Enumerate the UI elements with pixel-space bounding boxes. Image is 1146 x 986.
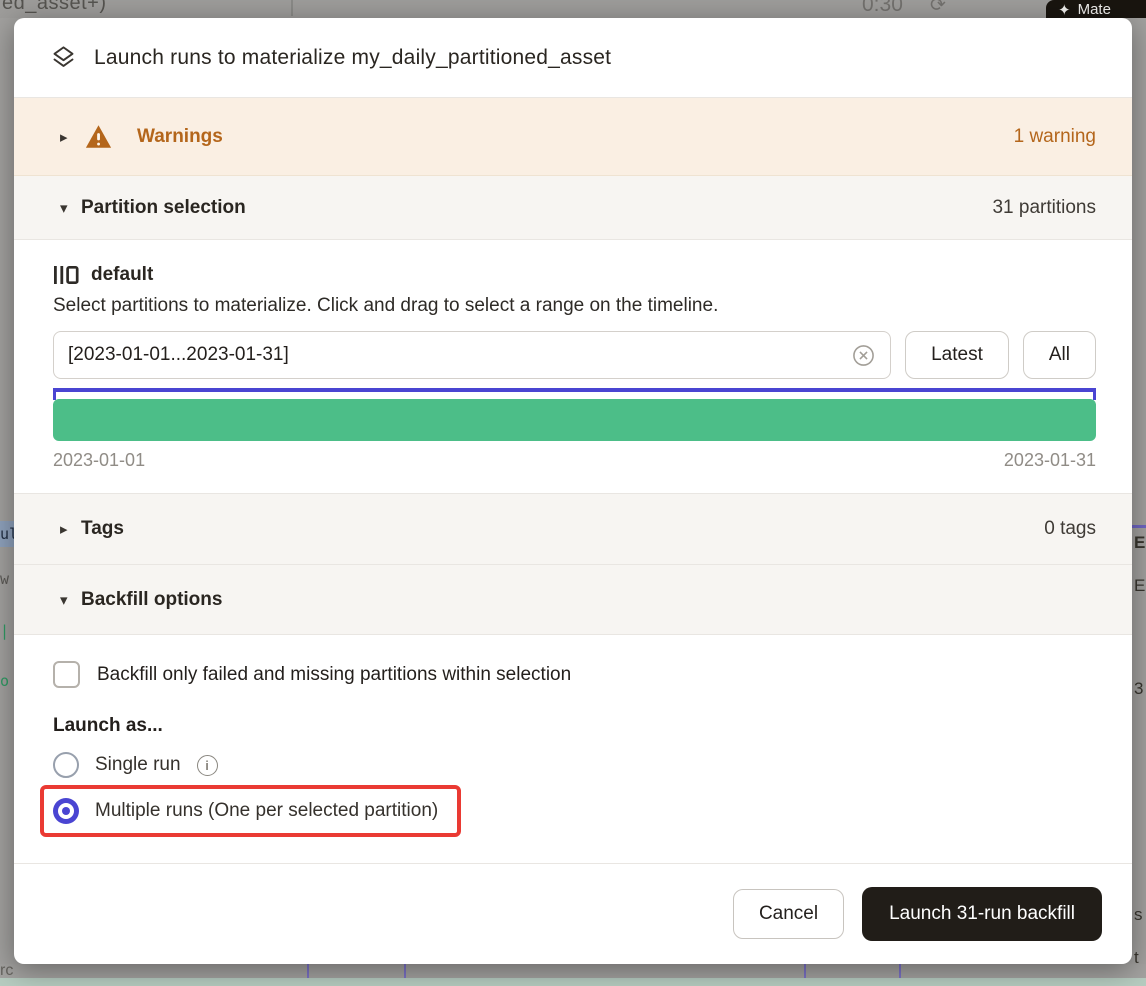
partition-selection-label: Partition selection xyxy=(81,197,246,219)
failed-missing-checkbox-row[interactable]: Backfill only failed and missing partiti… xyxy=(53,661,1096,688)
background-code-fragment: | xyxy=(0,622,14,640)
background-timer-text: 0:30 xyxy=(862,0,903,17)
partition-range-input[interactable]: [2023-01-01...2023-01-31] xyxy=(53,331,891,379)
background-fragment: s xyxy=(1134,905,1143,925)
tags-section-header[interactable]: ▸ Tags 0 tags xyxy=(14,493,1132,565)
single-run-radio[interactable] xyxy=(53,752,79,778)
background-code-fragment: w xyxy=(0,570,14,588)
partition-set-icon xyxy=(53,264,79,286)
multiple-runs-radio[interactable] xyxy=(53,798,79,824)
warning-triangle-icon xyxy=(85,124,112,149)
backfill-options-body: Backfill only failed and missing partiti… xyxy=(14,635,1132,837)
timeline-start-date: 2023-01-01 xyxy=(53,450,145,471)
dimension-name: default xyxy=(91,264,153,286)
background-code-fragment: o xyxy=(0,672,14,690)
partition-input-row: [2023-01-01...2023-01-31] Latest All xyxy=(53,331,1096,379)
background-grid-line xyxy=(307,964,309,978)
timeline-selection-bracket xyxy=(53,388,1096,397)
partition-range-value: [2023-01-01...2023-01-31] xyxy=(68,344,851,366)
dialog-header: Launch runs to materialize my_daily_part… xyxy=(14,18,1132,98)
background-materialize-button: ✦ Mate xyxy=(1046,0,1146,18)
background-fragment: E xyxy=(1134,533,1145,553)
dimension-row: default xyxy=(53,264,1096,286)
caret-down-icon: ▾ xyxy=(60,591,74,609)
background-app-bottom: rc xyxy=(0,964,1146,986)
background-grid-line xyxy=(899,964,901,978)
background-asset-text: ed_asset+) xyxy=(2,0,107,15)
tags-label: Tags xyxy=(81,518,124,540)
background-app-topbar: ed_asset+) 0:30 ⟳ ✦ Mate xyxy=(0,0,1146,18)
background-materialize-label: Mate xyxy=(1078,1,1111,18)
caret-right-icon: ▸ xyxy=(60,520,74,538)
partition-selection-body: default Select partitions to materialize… xyxy=(14,240,1132,493)
launch-backfill-button[interactable]: Launch 31-run backfill xyxy=(862,887,1102,941)
partition-count: 31 partitions xyxy=(992,197,1096,219)
caret-down-icon: ▾ xyxy=(60,199,74,217)
timeline-date-labels: 2023-01-01 2023-01-31 xyxy=(53,450,1096,493)
cancel-button[interactable]: Cancel xyxy=(733,889,844,939)
background-green-band xyxy=(0,978,1146,986)
multiple-runs-label: Multiple runs (One per selected partitio… xyxy=(95,800,438,822)
all-button[interactable]: All xyxy=(1023,331,1096,379)
materialize-layers-icon xyxy=(50,44,77,71)
latest-button[interactable]: Latest xyxy=(905,331,1009,379)
partition-timeline-bar[interactable] xyxy=(53,399,1096,441)
failed-missing-checkbox[interactable] xyxy=(53,661,80,688)
background-fragment: E xyxy=(1134,576,1145,596)
single-run-label: Single run xyxy=(95,754,181,776)
launch-backfill-dialog: Launch runs to materialize my_daily_part… xyxy=(14,18,1132,964)
sparkle-icon: ✦ xyxy=(1058,1,1071,18)
partition-instructions: Select partitions to materialize. Click … xyxy=(53,295,1096,317)
caret-right-icon: ▸ xyxy=(60,128,74,146)
failed-missing-checkbox-label: Backfill only failed and missing partiti… xyxy=(97,664,571,686)
clear-input-icon[interactable] xyxy=(851,343,876,368)
background-purple-line xyxy=(1132,525,1146,528)
tags-count: 0 tags xyxy=(1044,518,1096,540)
warnings-label: Warnings xyxy=(137,126,223,148)
background-code-fragment: ul xyxy=(0,521,14,547)
dialog-title: Launch runs to materialize my_daily_part… xyxy=(94,46,611,70)
warnings-section-header[interactable]: ▸ Warnings 1 warning xyxy=(14,98,1132,176)
timeline-end-date: 2023-01-31 xyxy=(1004,450,1096,471)
launch-as-label: Launch as... xyxy=(53,715,1096,737)
background-divider xyxy=(291,0,293,16)
refresh-icon: ⟳ xyxy=(930,0,946,17)
backfill-options-label: Backfill options xyxy=(81,589,222,611)
dialog-footer: Cancel Launch 31-run backfill xyxy=(14,863,1132,964)
single-run-option[interactable]: Single run i xyxy=(53,752,1096,778)
multiple-runs-highlight-box: Multiple runs (One per selected partitio… xyxy=(40,785,461,837)
background-grid-line xyxy=(804,964,806,978)
info-icon[interactable]: i xyxy=(197,755,218,776)
backfill-options-header[interactable]: ▾ Backfill options xyxy=(14,565,1132,635)
warnings-count: 1 warning xyxy=(1014,126,1096,148)
partition-selection-header[interactable]: ▾ Partition selection 31 partitions xyxy=(14,176,1132,240)
background-grid-line xyxy=(404,964,406,978)
background-fragment: 3 xyxy=(1134,679,1143,699)
